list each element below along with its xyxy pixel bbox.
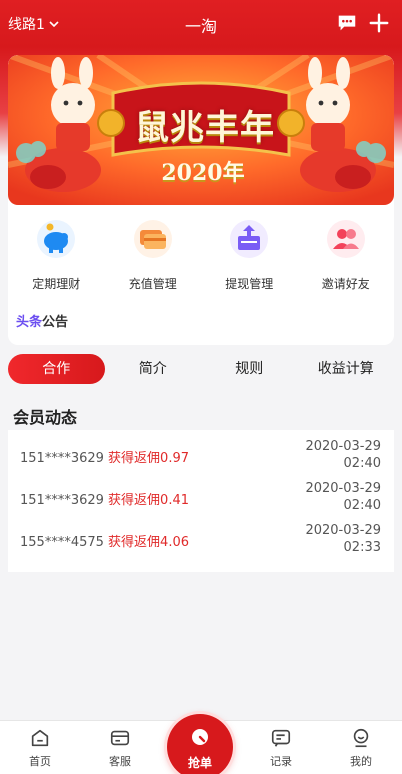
piggy-bank-icon [34, 217, 78, 261]
notice-label: 公告 [42, 315, 69, 330]
banner-headline: 鼠兆丰年 [135, 108, 275, 148]
nav-records[interactable]: 记录 [251, 727, 311, 769]
app-header: 线路1 一淘 [0, 0, 402, 47]
tab-rules[interactable]: 规则 [201, 354, 298, 384]
activity-time: 02:40 [343, 456, 381, 471]
promo-banner[interactable]: 鼠兆丰年 2020年 [8, 55, 394, 205]
quick-action-label: 定期理财 [32, 277, 81, 291]
grab-search-icon [192, 729, 208, 745]
headline-notice[interactable]: 头条公告 [16, 311, 68, 330]
withdraw-icon [227, 217, 271, 261]
quick-action-invite[interactable]: 邀请好友 [298, 217, 395, 297]
activity-date: 2020-03-29 [305, 523, 381, 538]
activity-date: 2020-03-29 [305, 439, 381, 454]
users-icon [324, 217, 368, 261]
grab-order-button[interactable]: 抢单 [167, 714, 233, 774]
member-activity-title: 会员动态 [13, 408, 78, 427]
nav-mine[interactable]: 我的 [331, 727, 391, 769]
activity-time: 02:40 [343, 498, 381, 513]
card-icon [131, 217, 175, 261]
nav-label: 首页 [29, 755, 51, 768]
quick-action-withdraw[interactable]: 提现管理 [201, 217, 298, 297]
quick-action-label: 提现管理 [225, 277, 274, 291]
activity-date: 2020-03-29 [305, 481, 381, 496]
main-card: 鼠兆丰年 2020年 定期理财 充值管理 提现管理 邀请好友 头条公告 [8, 55, 394, 345]
notice-prefix: 头条 [16, 315, 43, 330]
info-tabs: 合作 简介 规则 收益计算 [8, 354, 394, 384]
tab-earnings-calc[interactable]: 收益计算 [298, 354, 395, 384]
nav-label: 记录 [270, 755, 292, 768]
member-user: 151****3629 [20, 451, 104, 466]
quick-action-fixed-finance[interactable]: 定期理财 [8, 217, 105, 297]
member-action: 获得返佣0.97 [108, 451, 189, 466]
plus-icon[interactable] [368, 12, 390, 34]
banner-year: 2020年 [161, 160, 245, 186]
tab-cooperation[interactable]: 合作 [8, 354, 105, 384]
nav-home[interactable]: 首页 [10, 727, 70, 769]
member-action: 获得返佣4.06 [108, 535, 189, 550]
quick-action-label: 邀请好友 [321, 277, 370, 291]
nav-label: 我的 [350, 755, 372, 768]
tab-intro[interactable]: 简介 [105, 354, 202, 384]
quick-action-label: 充值管理 [128, 277, 177, 291]
home-icon [31, 729, 49, 747]
member-activity-list: 151****3629 获得返佣0.97 2020-03-29 02:40 15… [8, 430, 394, 572]
list-item: 151****3629 获得返佣0.97 2020-03-29 02:40 [8, 434, 394, 474]
member-user: 151****3629 [20, 493, 104, 508]
member-user: 155****4575 [20, 535, 104, 550]
message-icon[interactable] [336, 12, 358, 34]
activity-time: 02:33 [343, 540, 381, 555]
grab-order-label: 抢单 [187, 756, 212, 770]
service-icon [110, 730, 130, 746]
records-icon [271, 729, 291, 747]
member-action: 获得返佣0.41 [108, 493, 189, 508]
nav-service[interactable]: 客服 [90, 727, 150, 769]
list-item: 151****3629 获得返佣0.41 2020-03-29 02:40 [8, 476, 394, 516]
profile-icon [353, 728, 369, 748]
quick-action-recharge[interactable]: 充值管理 [105, 217, 202, 297]
nav-label: 客服 [109, 755, 131, 768]
quick-actions: 定期理财 充值管理 提现管理 邀请好友 [8, 217, 394, 297]
list-item: 155****4575 获得返佣4.06 2020-03-29 02:33 [8, 518, 394, 558]
